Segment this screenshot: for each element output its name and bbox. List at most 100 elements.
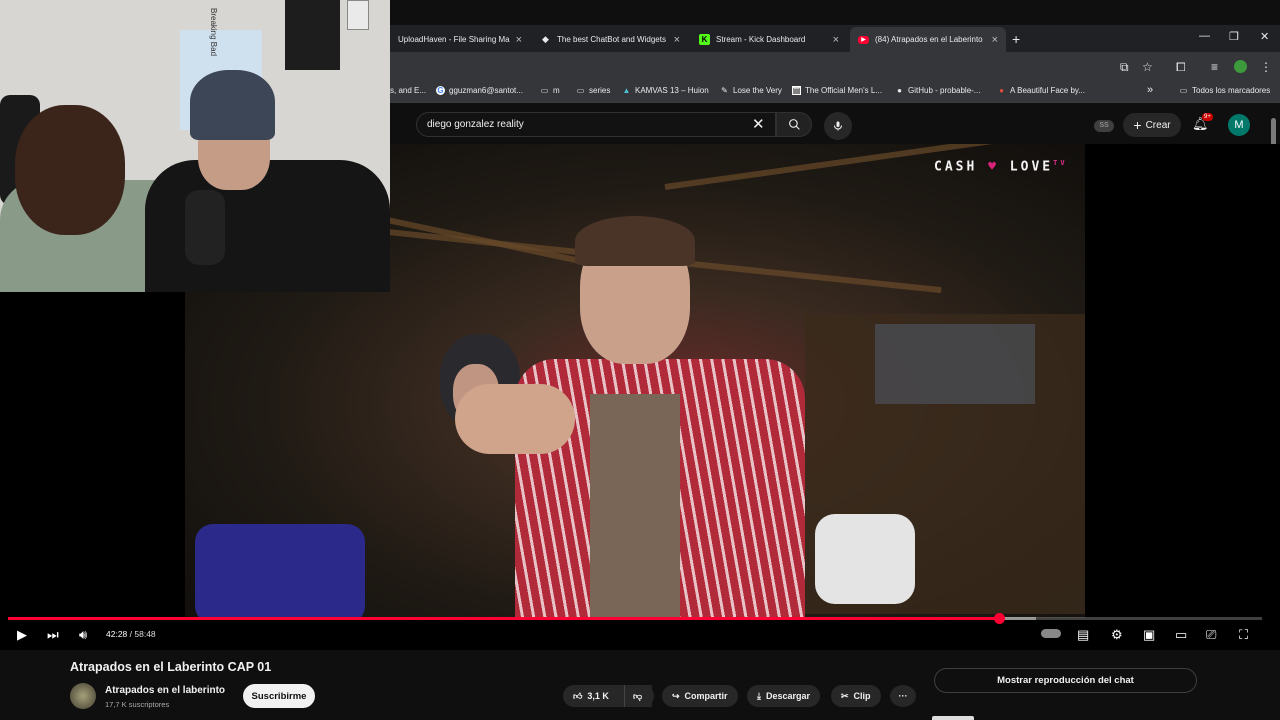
bookmark-item[interactable]: ● A Beautiful Face by...: [997, 86, 1085, 95]
bookmark-folder[interactable]: ▭ series: [576, 86, 611, 95]
voice-search-button[interactable]: [824, 112, 852, 140]
channel-avatar[interactable]: [70, 683, 96, 709]
bookmark-item[interactable]: ✎ Lose the Very: [720, 86, 782, 95]
time-display: 42:28 / 58:48: [106, 629, 156, 639]
theater-mode-icon[interactable]: ▭: [1175, 627, 1187, 643]
search-input[interactable]: diego gonzalez reality: [416, 112, 776, 137]
barn-window: [875, 324, 1035, 404]
chip-indicator: [932, 716, 974, 720]
huion-icon: ▲: [622, 86, 631, 95]
streamer-boy-beanie: [190, 70, 275, 140]
tab-uploadhaven[interactable]: UploadHaven - File Sharing Ma ×: [390, 27, 530, 52]
notification-count-badge: 9+: [1202, 113, 1213, 121]
webcam-overlay: Breaking Bad: [0, 0, 390, 292]
folder-icon: ▭: [576, 86, 585, 95]
streamer-boy-body: [145, 160, 390, 292]
bookmark-star-icon[interactable]: ☆: [1142, 60, 1153, 74]
clear-search-icon[interactable]: ✕: [752, 115, 765, 133]
bookmark-item[interactable]: Ggguzman6@santot...: [436, 86, 523, 95]
bookmark-item[interactable]: ▤ The Official Men's L...: [792, 86, 882, 95]
like-count: 3,1 K: [587, 691, 609, 701]
progress-bar[interactable]: [8, 613, 1262, 624]
google-icon: G: [436, 86, 445, 95]
close-icon[interactable]: ×: [516, 34, 522, 46]
bookmark-label: m: [553, 86, 560, 95]
bookmark-item[interactable]: ● GitHub - probable-...: [895, 86, 980, 95]
channel-watermark: CASH ♥ LOVETV: [934, 159, 1068, 174]
pen-icon: ✎: [721, 86, 728, 95]
all-bookmarks[interactable]: ▭ Todos los marcadores: [1179, 86, 1271, 95]
close-icon[interactable]: ×: [674, 34, 680, 46]
close-window-icon[interactable]: ✕: [1260, 30, 1269, 43]
channel-name[interactable]: Atrapados en el laberinto: [105, 685, 225, 696]
tab-kick-dashboard[interactable]: K Stream - Kick Dashboard ×: [691, 27, 847, 52]
close-icon[interactable]: ×: [992, 34, 998, 46]
bookmark-label: Todos los marcadores: [1192, 86, 1271, 95]
purple-object: [195, 524, 365, 618]
restore-icon[interactable]: ❐: [1229, 30, 1239, 43]
main-person-hair: [575, 216, 695, 266]
autoplay-toggle[interactable]: [1041, 629, 1061, 638]
clip-button[interactable]: ✂ Clip: [831, 685, 881, 707]
scrubber-handle[interactable]: [993, 613, 1005, 624]
bookmarks-overflow-icon[interactable]: »: [1147, 84, 1153, 96]
play-icon[interactable]: ▶: [17, 627, 27, 643]
bookmark-label: series: [589, 86, 611, 95]
minimize-icon[interactable]: —: [1199, 30, 1210, 42]
folder-icon: ▭: [540, 86, 549, 95]
subscriber-count: 17,7 K suscriptores: [105, 700, 170, 709]
tab-title: Stream - Kick Dashboard: [716, 35, 806, 44]
install-app-icon[interactable]: ⧉: [1120, 60, 1129, 75]
bookmark-folder[interactable]: ▭ m: [540, 86, 560, 95]
create-button[interactable]: + Crear: [1123, 113, 1181, 137]
fullscreen-icon[interactable]: ⛶: [1239, 627, 1248, 643]
extensions-icon[interactable]: ⧠: [1176, 60, 1186, 75]
dislike-button[interactable]: 👎︎: [624, 685, 654, 707]
tab-youtube-active[interactable]: ▶ (84) Atrapados en el Laberinto ×: [850, 27, 1006, 52]
watermark-right: LOVE: [1009, 159, 1054, 175]
cast-icon[interactable]: ⎚: [1206, 627, 1216, 643]
subscribe-button[interactable]: Suscribirme: [243, 684, 315, 708]
ss-badge[interactable]: SS: [1094, 120, 1114, 132]
more-actions-button[interactable]: ···: [890, 685, 916, 707]
scissors-icon: ✂: [841, 690, 849, 701]
kick-icon: K: [699, 34, 710, 45]
more-icon: ···: [898, 691, 908, 701]
download-button[interactable]: ⤓ Descargar: [747, 685, 821, 707]
next-icon[interactable]: ⏭︎: [47, 627, 59, 643]
current-time: 42:28: [106, 629, 128, 639]
github-icon: ●: [897, 86, 902, 95]
new-tab-button[interactable]: +: [1012, 31, 1020, 47]
profile-extension-icon[interactable]: [1234, 60, 1247, 73]
download-label: Descargar: [765, 691, 811, 701]
subtitles-icon[interactable]: ▤: [1077, 627, 1089, 643]
menu-kebab-icon[interactable]: ⋮: [1260, 60, 1272, 74]
microphone: [185, 190, 225, 265]
bookmark-label: s, and E...: [390, 86, 427, 95]
settings-gear-icon[interactable]: ⚙: [1111, 627, 1123, 643]
search-button[interactable]: [776, 112, 812, 137]
bookmark-label: Lose the Very: [733, 86, 782, 95]
close-icon[interactable]: ×: [833, 34, 839, 46]
tab-title: (84) Atrapados en el Laberinto: [875, 35, 983, 44]
bookmark-label: gguzman6@santot...: [449, 86, 523, 95]
youtube-icon: ▶: [858, 35, 869, 44]
thumbs-down-icon: 👎︎: [633, 690, 643, 701]
media-control-icon[interactable]: ≡: [1211, 60, 1218, 74]
search-icon: [788, 119, 800, 130]
account-avatar[interactable]: M: [1228, 114, 1250, 136]
tab-chatbot[interactable]: ◆ The best ChatBot and Widgets ×: [532, 27, 688, 52]
share-button[interactable]: ↪ Compartir: [662, 685, 738, 707]
tab-title: UploadHaven - File Sharing Ma: [398, 35, 510, 44]
bookmark-item[interactable]: ▲ KAMVAS 13 – Huion: [622, 86, 709, 95]
miniplayer-icon[interactable]: ▣: [1143, 627, 1155, 643]
show-chat-replay-button[interactable]: Mostrar reproducción del chat: [934, 668, 1197, 693]
bookmark-item[interactable]: s, and E...: [390, 86, 426, 95]
progress-played: [8, 617, 999, 620]
clip-label: Clip: [853, 691, 871, 701]
bookmark-label: The Official Men's L...: [805, 86, 882, 95]
volume-icon[interactable]: 🔊︎: [79, 627, 87, 643]
white-bag: [815, 514, 915, 604]
face-icon: ●: [999, 86, 1004, 95]
video-title: Atrapados en el Laberinto CAP 01: [70, 660, 272, 674]
